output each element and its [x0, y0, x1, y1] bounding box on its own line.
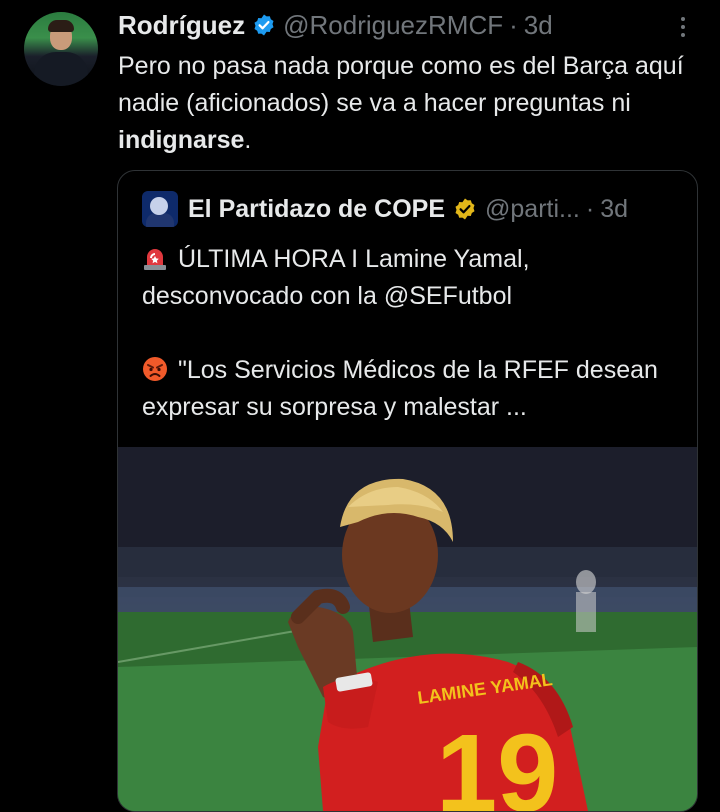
tweet-text-bold: indignarse [118, 126, 245, 154]
tweet-time[interactable]: 3d [524, 10, 553, 41]
quoted-text: ÚLTIMA HORA I Lamine Yamal, desconvocado… [142, 241, 682, 426]
tweet-text-end: . [244, 126, 252, 154]
avatar-body [34, 52, 88, 86]
quoted-time[interactable]: 3d [600, 195, 628, 224]
quoted-avatar[interactable] [142, 191, 178, 227]
tweet-header: Rodríguez @RodriguezRMCF · 3d [118, 8, 553, 42]
quoted-header: El Partidazo de COPE @parti... · 3d [142, 191, 628, 227]
quoted-media-image[interactable]: LAMINE YAMAL 19 [118, 447, 697, 811]
author-handle[interactable]: @RodriguezRMCF [283, 10, 503, 41]
angry-face-emoji [143, 357, 167, 381]
quoted-author-name[interactable]: El Partidazo de COPE [188, 195, 445, 224]
quoted-line-1: ÚLTIMA HORA I Lamine Yamal, desconvocado… [142, 241, 682, 315]
more-options-icon[interactable] [670, 12, 696, 42]
quoted-blank-line [142, 315, 682, 352]
gold-verified-badge-icon [455, 198, 475, 220]
author-name[interactable]: Rodríguez [118, 10, 245, 41]
quoted-line-2: "Los Servicios Médicos de la RFEF desean… [142, 352, 682, 426]
quoted-line-1-text: ÚLTIMA HORA I Lamine Yamal, desconvocado… [142, 245, 530, 310]
tweet-text: Pero no pasa nada porque como es del Bar… [118, 48, 708, 159]
author-avatar[interactable] [24, 12, 98, 86]
quoted-tweet[interactable]: El Partidazo de COPE @parti... · 3d ÚLTI… [117, 170, 698, 812]
quoted-author-handle[interactable]: @parti... [485, 195, 580, 224]
verified-badge-icon [254, 14, 274, 36]
separator-dot: · [509, 9, 518, 40]
player-photo: LAMINE YAMAL 19 [118, 447, 697, 811]
rotating-light-emoji [144, 249, 166, 270]
tweet-text-main: Pero no pasa nada porque como es del Bar… [118, 52, 684, 117]
quoted-line-2-text: "Los Servicios Médicos de la RFEF desean… [142, 356, 658, 421]
quoted-separator-dot: · [585, 194, 595, 223]
avatar-hair [48, 20, 74, 32]
shirt-number-text: 19 [436, 712, 558, 811]
